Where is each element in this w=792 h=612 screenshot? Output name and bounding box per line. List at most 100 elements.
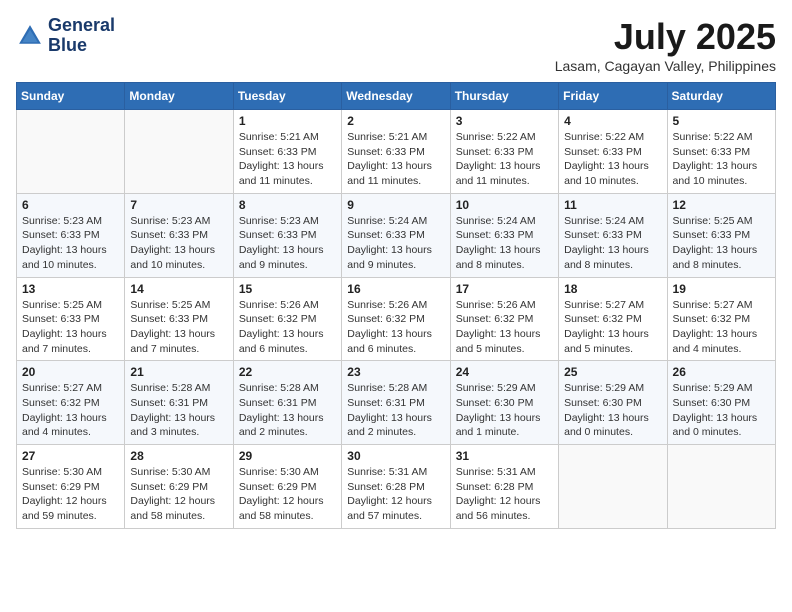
day-detail: Sunrise: 5:31 AM Sunset: 6:28 PM Dayligh… — [456, 465, 553, 524]
calendar-cell: 10 Sunrise: 5:24 AM Sunset: 6:33 PM Dayli… — [450, 193, 558, 277]
day-detail: Sunrise: 5:27 AM Sunset: 6:32 PM Dayligh… — [673, 298, 770, 357]
day-detail: Sunrise: 5:28 AM Sunset: 6:31 PM Dayligh… — [347, 381, 444, 440]
calendar-cell — [559, 445, 667, 529]
calendar-week-row: 20 Sunrise: 5:27 AM Sunset: 6:32 PM Dayli… — [17, 361, 776, 445]
day-number: 17 — [456, 282, 553, 296]
calendar-cell: 6Sunrise: 5:23 AM Sunset: 6:33 PM Daylig… — [17, 193, 125, 277]
col-header-sunday: Sunday — [17, 83, 125, 110]
day-detail: Sunrise: 5:28 AM Sunset: 6:31 PM Dayligh… — [239, 381, 336, 440]
day-detail: Sunrise: 5:24 AM Sunset: 6:33 PM Dayligh… — [347, 214, 444, 273]
calendar-cell: 31Sunrise: 5:31 AM Sunset: 6:28 PM Dayli… — [450, 445, 558, 529]
day-detail: Sunrise: 5:30 AM Sunset: 6:29 PM Dayligh… — [239, 465, 336, 524]
calendar-cell: 22 Sunrise: 5:28 AM Sunset: 6:31 PM Dayli… — [233, 361, 341, 445]
day-detail: Sunrise: 5:25 AM Sunset: 6:33 PM Dayligh… — [22, 298, 119, 357]
day-number: 1 — [239, 114, 336, 128]
day-number: 12 — [673, 198, 770, 212]
day-number: 21 — [130, 365, 227, 379]
day-number: 4 — [564, 114, 661, 128]
calendar-cell: 12 Sunrise: 5:25 AM Sunset: 6:33 PM Dayli… — [667, 193, 775, 277]
day-number: 22 — [239, 365, 336, 379]
calendar-cell: 19 Sunrise: 5:27 AM Sunset: 6:32 PM Dayli… — [667, 277, 775, 361]
day-number: 11 — [564, 198, 661, 212]
day-number: 3 — [456, 114, 553, 128]
day-detail: Sunrise: 5:25 AM Sunset: 6:33 PM Dayligh… — [673, 214, 770, 273]
day-number: 5 — [673, 114, 770, 128]
calendar-cell: 23 Sunrise: 5:28 AM Sunset: 6:31 PM Dayli… — [342, 361, 450, 445]
calendar-cell: 27 Sunrise: 5:30 AM Sunset: 6:29 PM Dayli… — [17, 445, 125, 529]
day-detail: Sunrise: 5:29 AM Sunset: 6:30 PM Dayligh… — [456, 381, 553, 440]
calendar-cell: 9 Sunrise: 5:24 AM Sunset: 6:33 PM Daylig… — [342, 193, 450, 277]
calendar-cell: 18 Sunrise: 5:27 AM Sunset: 6:32 PM Dayli… — [559, 277, 667, 361]
calendar-cell: 17 Sunrise: 5:26 AM Sunset: 6:32 PM Dayli… — [450, 277, 558, 361]
day-detail: Sunrise: 5:30 AM Sunset: 6:29 PM Dayligh… — [22, 465, 119, 524]
day-detail: Sunrise: 5:25 AM Sunset: 6:33 PM Dayligh… — [130, 298, 227, 357]
day-number: 20 — [22, 365, 119, 379]
calendar-week-row: 13 Sunrise: 5:25 AM Sunset: 6:33 PM Dayli… — [17, 277, 776, 361]
calendar-week-row: 6Sunrise: 5:23 AM Sunset: 6:33 PM Daylig… — [17, 193, 776, 277]
day-number: 13 — [22, 282, 119, 296]
logo-text: General Blue — [48, 16, 115, 56]
calendar-cell: 5 Sunrise: 5:22 AM Sunset: 6:33 PM Daylig… — [667, 110, 775, 194]
calendar-cell: 4Sunrise: 5:22 AM Sunset: 6:33 PM Daylig… — [559, 110, 667, 194]
day-number: 30 — [347, 449, 444, 463]
day-detail: Sunrise: 5:27 AM Sunset: 6:32 PM Dayligh… — [22, 381, 119, 440]
calendar-week-row: 27 Sunrise: 5:30 AM Sunset: 6:29 PM Dayli… — [17, 445, 776, 529]
calendar-cell — [17, 110, 125, 194]
day-detail: Sunrise: 5:28 AM Sunset: 6:31 PM Dayligh… — [130, 381, 227, 440]
day-number: 16 — [347, 282, 444, 296]
day-detail: Sunrise: 5:22 AM Sunset: 6:33 PM Dayligh… — [673, 130, 770, 189]
day-number: 26 — [673, 365, 770, 379]
calendar-cell: 20 Sunrise: 5:27 AM Sunset: 6:32 PM Dayli… — [17, 361, 125, 445]
col-header-thursday: Thursday — [450, 83, 558, 110]
day-number: 7 — [130, 198, 227, 212]
day-number: 28 — [130, 449, 227, 463]
day-detail: Sunrise: 5:23 AM Sunset: 6:33 PM Dayligh… — [22, 214, 119, 273]
day-detail: Sunrise: 5:21 AM Sunset: 6:33 PM Dayligh… — [239, 130, 336, 189]
page-header: General Blue July 2025 Lasam, Cagayan Va… — [16, 16, 776, 74]
day-number: 10 — [456, 198, 553, 212]
calendar-cell: 1 Sunrise: 5:21 AM Sunset: 6:33 PM Daylig… — [233, 110, 341, 194]
calendar-cell: 26 Sunrise: 5:29 AM Sunset: 6:30 PM Dayli… — [667, 361, 775, 445]
day-number: 19 — [673, 282, 770, 296]
day-detail: Sunrise: 5:29 AM Sunset: 6:30 PM Dayligh… — [564, 381, 661, 440]
day-number: 8 — [239, 198, 336, 212]
day-number: 25 — [564, 365, 661, 379]
day-detail: Sunrise: 5:24 AM Sunset: 6:33 PM Dayligh… — [564, 214, 661, 273]
calendar-week-row: 1 Sunrise: 5:21 AM Sunset: 6:33 PM Daylig… — [17, 110, 776, 194]
location-title: Lasam, Cagayan Valley, Philippines — [555, 58, 776, 74]
day-detail: Sunrise: 5:27 AM Sunset: 6:32 PM Dayligh… — [564, 298, 661, 357]
day-detail: Sunrise: 5:21 AM Sunset: 6:33 PM Dayligh… — [347, 130, 444, 189]
day-detail: Sunrise: 5:26 AM Sunset: 6:32 PM Dayligh… — [239, 298, 336, 357]
calendar-cell: 13 Sunrise: 5:25 AM Sunset: 6:33 PM Dayli… — [17, 277, 125, 361]
day-number: 23 — [347, 365, 444, 379]
calendar-cell: 14Sunrise: 5:25 AM Sunset: 6:33 PM Dayli… — [125, 277, 233, 361]
day-detail: Sunrise: 5:23 AM Sunset: 6:33 PM Dayligh… — [239, 214, 336, 273]
day-detail: Sunrise: 5:30 AM Sunset: 6:29 PM Dayligh… — [130, 465, 227, 524]
day-number: 15 — [239, 282, 336, 296]
day-number: 29 — [239, 449, 336, 463]
day-detail: Sunrise: 5:26 AM Sunset: 6:32 PM Dayligh… — [456, 298, 553, 357]
day-detail: Sunrise: 5:22 AM Sunset: 6:33 PM Dayligh… — [456, 130, 553, 189]
calendar-cell: 8 Sunrise: 5:23 AM Sunset: 6:33 PM Daylig… — [233, 193, 341, 277]
day-detail: Sunrise: 5:24 AM Sunset: 6:33 PM Dayligh… — [456, 214, 553, 273]
calendar-header-row: SundayMondayTuesdayWednesdayThursdayFrid… — [17, 83, 776, 110]
day-number: 9 — [347, 198, 444, 212]
day-detail: Sunrise: 5:29 AM Sunset: 6:30 PM Dayligh… — [673, 381, 770, 440]
col-header-saturday: Saturday — [667, 83, 775, 110]
calendar-cell: 7 Sunrise: 5:23 AM Sunset: 6:33 PM Daylig… — [125, 193, 233, 277]
logo: General Blue — [16, 16, 115, 56]
col-header-wednesday: Wednesday — [342, 83, 450, 110]
day-detail: Sunrise: 5:26 AM Sunset: 6:32 PM Dayligh… — [347, 298, 444, 357]
calendar-table: SundayMondayTuesdayWednesdayThursdayFrid… — [16, 82, 776, 529]
calendar-cell — [667, 445, 775, 529]
calendar-cell — [125, 110, 233, 194]
day-number: 2 — [347, 114, 444, 128]
calendar-cell: 28 Sunrise: 5:30 AM Sunset: 6:29 PM Dayli… — [125, 445, 233, 529]
day-number: 18 — [564, 282, 661, 296]
calendar-cell: 30Sunrise: 5:31 AM Sunset: 6:28 PM Dayli… — [342, 445, 450, 529]
month-title: July 2025 — [555, 16, 776, 58]
calendar-cell: 21 Sunrise: 5:28 AM Sunset: 6:31 PM Dayli… — [125, 361, 233, 445]
day-number: 27 — [22, 449, 119, 463]
calendar-cell: 11 Sunrise: 5:24 AM Sunset: 6:33 PM Dayli… — [559, 193, 667, 277]
day-detail: Sunrise: 5:23 AM Sunset: 6:33 PM Dayligh… — [130, 214, 227, 273]
